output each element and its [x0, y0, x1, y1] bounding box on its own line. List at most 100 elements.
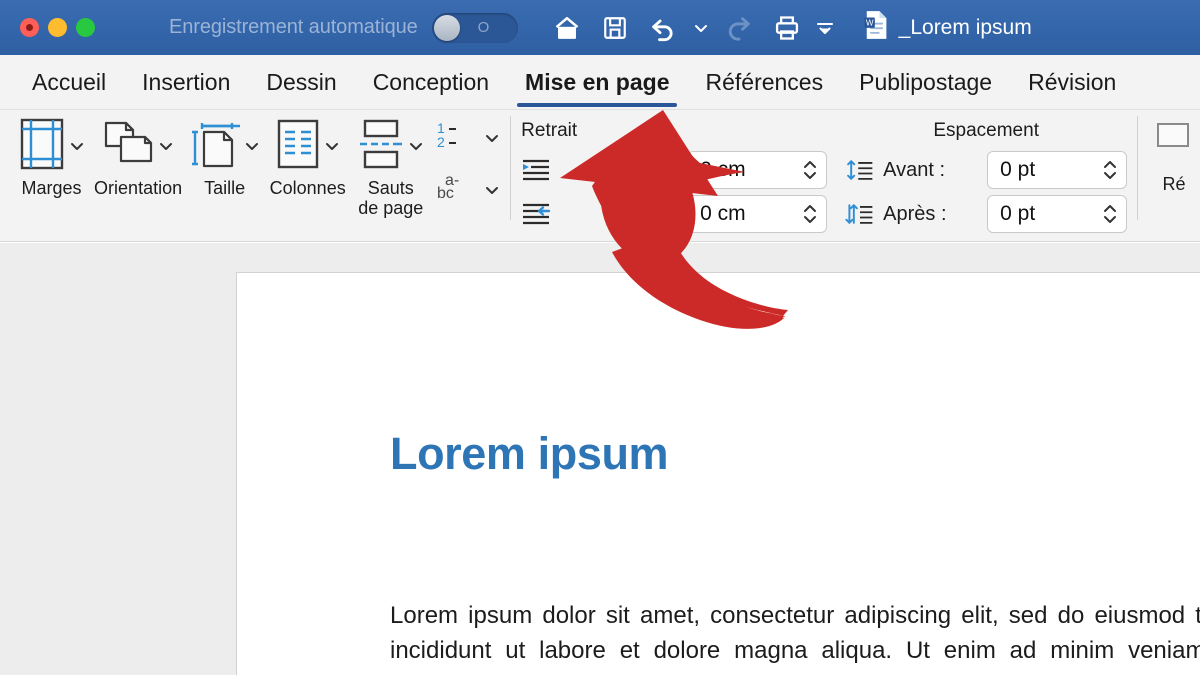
- spacing-column: Espacement Avant : 0 pt Après: 0 pt: [845, 116, 1128, 234]
- quick-access-toolbar: [544, 7, 838, 49]
- document-title-chip[interactable]: W _Lorem ipsum: [862, 10, 1032, 45]
- space-before-icon: [845, 156, 875, 184]
- tab-publipostage[interactable]: Publipostage: [841, 55, 1010, 110]
- autosave-toggle-state: O: [477, 19, 490, 36]
- document-canvas[interactable]: Lorem ipsum Lorem ipsum dolor sit amet, …: [0, 243, 1200, 675]
- ribbon-button-label: Taille: [204, 178, 246, 198]
- indent-column: Retrait Gauche : 0 cm Droite: 0 cm: [521, 116, 828, 234]
- ribbon-button-label: Ré: [1162, 174, 1186, 194]
- ribbon-button-label: Sauts de page: [358, 178, 424, 219]
- chevron-down-icon[interactable]: [69, 140, 85, 152]
- print-icon[interactable]: [764, 7, 810, 49]
- ribbon-button-sauts-de-page[interactable]: Sauts de page: [349, 110, 432, 230]
- word-document-icon: W: [862, 10, 890, 45]
- undo-dropdown-icon[interactable]: [688, 7, 714, 49]
- ribbon: Marges Orientation Taille Colonnes Sauts…: [0, 110, 1200, 242]
- indent-left-value: 0 cm: [700, 158, 746, 181]
- svg-text:2: 2: [437, 134, 445, 150]
- spacing-after-input[interactable]: 0 pt: [987, 195, 1128, 233]
- spacing-after-row: Après : 0 pt: [845, 194, 1128, 234]
- save-icon[interactable]: [592, 7, 638, 49]
- document-name: _Lorem ipsum: [898, 15, 1032, 39]
- ribbon-tabs: Accueil Insertion Dessin Conception Mise…: [0, 55, 1200, 110]
- indent-right-label: Droite:: [618, 202, 678, 225]
- tab-insertion[interactable]: Insertion: [124, 55, 248, 110]
- page-breaks-icon: [358, 119, 404, 174]
- indent-group-title: Retrait: [521, 120, 578, 141]
- autosave-toggle[interactable]: O: [431, 12, 518, 43]
- indent-right-input[interactable]: 0 cm: [687, 195, 828, 233]
- space-after-icon: [845, 200, 875, 228]
- ribbon-button-arrange[interactable]: Ré: [1148, 110, 1200, 195]
- chevron-down-icon[interactable]: [484, 132, 500, 144]
- home-icon[interactable]: [544, 7, 590, 49]
- tab-label: Conception: [372, 69, 490, 95]
- redo-icon[interactable]: [716, 7, 762, 49]
- maximize-window-button[interactable]: [76, 18, 95, 37]
- indent-right-stepper[interactable]: [800, 204, 820, 224]
- indent-right-row: Droite: 0 cm: [521, 194, 828, 234]
- tab-mise-en-page[interactable]: Mise en page: [507, 55, 687, 110]
- window-controls: [20, 18, 95, 37]
- group-separator: [510, 116, 512, 220]
- ribbon-button-orientation[interactable]: Orientation: [93, 110, 183, 230]
- chevron-down-icon[interactable]: [158, 140, 174, 152]
- spacing-after-stepper[interactable]: [1100, 204, 1120, 224]
- undo-icon[interactable]: [640, 7, 686, 49]
- ribbon-button-label: Orientation: [94, 178, 183, 198]
- group-separator: [1137, 116, 1139, 220]
- chevron-down-icon[interactable]: [484, 184, 500, 196]
- spacing-after-value: 0 pt: [1000, 202, 1036, 225]
- ribbon-button-line-numbers[interactable]: 1 2: [432, 120, 500, 155]
- margins-icon: [19, 118, 65, 175]
- spacing-before-stepper[interactable]: [1100, 160, 1120, 180]
- tab-revision[interactable]: Révision: [1010, 55, 1134, 110]
- chevron-down-icon[interactable]: [244, 140, 260, 152]
- ribbon-mini-group: 1 2 a- bc: [432, 110, 500, 208]
- ribbon-button-taille[interactable]: Taille: [183, 110, 266, 230]
- ribbon-button-marges[interactable]: Marges: [10, 110, 93, 230]
- indent-left-icon: [521, 157, 551, 183]
- indent-left-label: Gauche :: [596, 158, 678, 181]
- hyphenation-icon: a- bc: [436, 171, 470, 208]
- ribbon-button-hyphenation[interactable]: a- bc: [432, 171, 500, 208]
- tab-label: Révision: [1028, 69, 1117, 95]
- spacing-after-label: Après :: [883, 202, 947, 225]
- indent-right-icon: [521, 201, 551, 227]
- spacing-group-title: Espacement: [933, 120, 1039, 141]
- spacing-before-input[interactable]: 0 pt: [987, 151, 1128, 189]
- tab-accueil[interactable]: Accueil: [14, 55, 124, 110]
- paragraph-group: Retrait Gauche : 0 cm Droite: 0 cm Espac…: [521, 110, 1128, 234]
- columns-icon: [276, 119, 320, 174]
- tab-label: Publipostage: [859, 69, 993, 95]
- minimize-window-button[interactable]: [48, 18, 67, 37]
- page-size-icon: [190, 118, 246, 175]
- document-heading: Lorem ipsum: [390, 428, 669, 479]
- tab-label: Références: [705, 69, 824, 95]
- tab-label: Dessin: [266, 69, 337, 95]
- orientation-icon: [102, 120, 154, 173]
- word-window: Enregistrement automatique O W _Lorem ip…: [0, 0, 1200, 675]
- document-paragraph: Lorem ipsum dolor sit amet, consectetur …: [390, 602, 1200, 675]
- tab-conception[interactable]: Conception: [355, 55, 507, 110]
- tab-label: Insertion: [142, 69, 231, 95]
- indent-left-input[interactable]: 0 cm: [687, 151, 828, 189]
- chevron-down-icon[interactable]: [408, 140, 424, 152]
- ribbon-button-label: Marges: [21, 178, 82, 198]
- tab-references[interactable]: Références: [687, 55, 841, 110]
- spacing-before-row: Avant : 0 pt: [845, 150, 1128, 190]
- tab-label: Mise en page: [525, 69, 670, 95]
- spacing-before-value: 0 pt: [1000, 158, 1036, 181]
- document-page[interactable]: Lorem ipsum Lorem ipsum dolor sit amet, …: [236, 272, 1200, 675]
- customize-toolbar-icon[interactable]: [812, 7, 838, 49]
- title-bar: Enregistrement automatique O W _Lorem ip…: [0, 0, 1200, 55]
- close-window-button[interactable]: [20, 18, 39, 37]
- indent-left-stepper[interactable]: [800, 160, 820, 180]
- ribbon-button-colonnes[interactable]: Colonnes: [266, 110, 349, 230]
- indent-left-row: Gauche : 0 cm: [521, 150, 828, 190]
- chevron-down-icon[interactable]: [324, 140, 340, 152]
- tab-dessin[interactable]: Dessin: [248, 55, 354, 110]
- line-numbers-icon: 1 2: [436, 120, 470, 155]
- svg-text:bc: bc: [437, 185, 454, 202]
- indent-right-value: 0 cm: [700, 202, 746, 225]
